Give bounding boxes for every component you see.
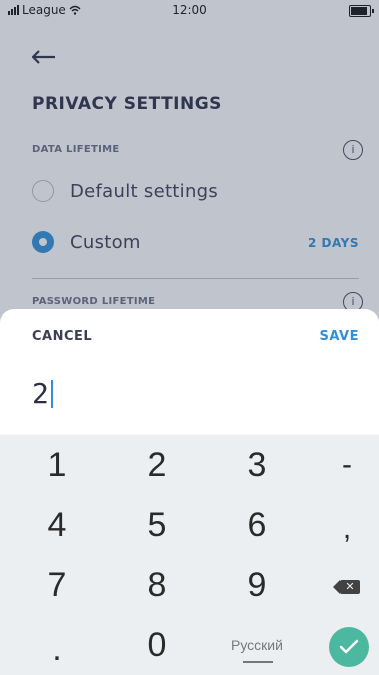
value-input-text: 2 xyxy=(32,377,49,410)
key-9[interactable]: 9 xyxy=(210,557,304,613)
check-icon xyxy=(339,639,359,654)
numeric-keyboard: 1 2 3 - 4 5 6 , 7 8 9 . 0 Русский xyxy=(0,435,379,675)
text-caret xyxy=(50,379,53,408)
language-switch[interactable]: Русский xyxy=(231,637,283,653)
save-button[interactable]: SAVE xyxy=(320,329,359,344)
key-7[interactable]: 7 xyxy=(10,557,104,613)
key-1[interactable]: 1 xyxy=(10,437,104,493)
key-2[interactable]: 2 xyxy=(110,437,204,493)
key-6[interactable]: 6 xyxy=(210,497,304,553)
key-minus[interactable]: - xyxy=(300,437,379,493)
backspace-icon[interactable] xyxy=(333,579,360,595)
key-8[interactable]: 8 xyxy=(110,557,204,613)
key-0[interactable]: 0 xyxy=(110,617,204,673)
language-underline xyxy=(243,661,273,663)
key-period[interactable]: . xyxy=(10,621,104,675)
key-4[interactable]: 4 xyxy=(10,497,104,553)
key-5[interactable]: 5 xyxy=(110,497,204,553)
confirm-button[interactable] xyxy=(329,627,369,667)
key-3[interactable]: 3 xyxy=(210,437,304,493)
screen: PRIVACY SETTINGS DATA LIFETIME i Default… xyxy=(0,0,379,675)
value-input[interactable]: 2 xyxy=(32,377,53,410)
key-comma[interactable]: , xyxy=(300,501,379,557)
cancel-button[interactable]: CANCEL xyxy=(32,329,92,344)
